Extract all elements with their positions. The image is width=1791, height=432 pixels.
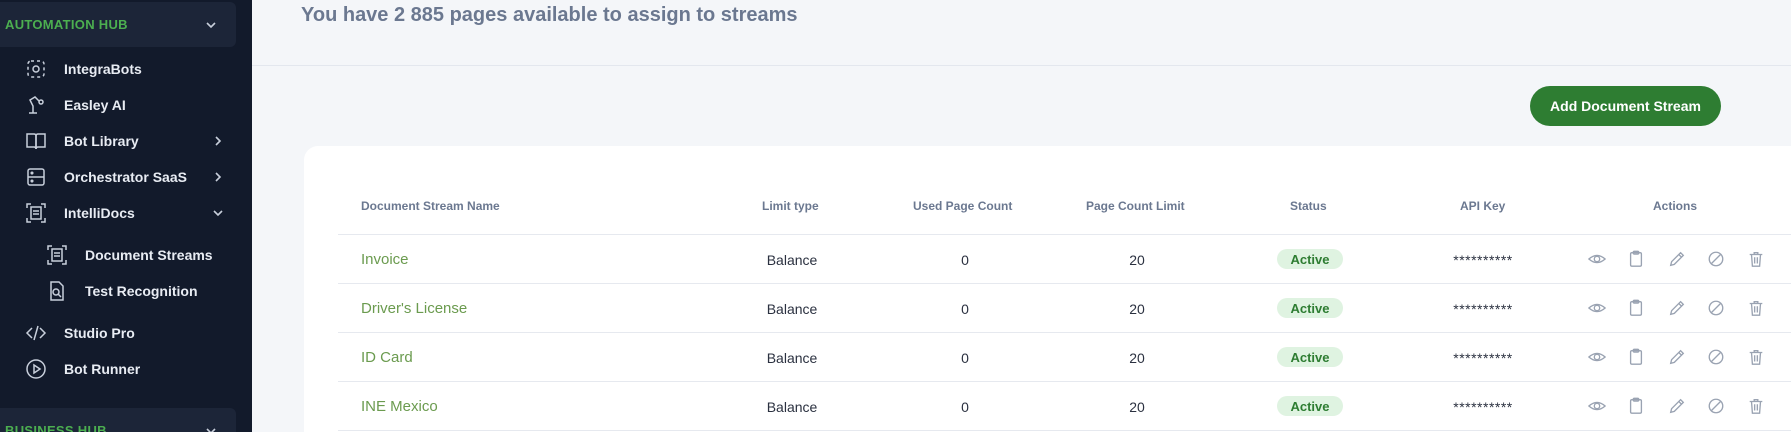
integrabots-icon: [24, 57, 48, 81]
row-divider: [338, 283, 1791, 284]
clipboard-icon[interactable]: [1626, 347, 1646, 367]
chevron-down-icon: [212, 206, 224, 225]
document-scan-icon: [24, 201, 48, 225]
pages-available-text: You have 2 885 pages available to assign…: [301, 4, 798, 26]
pencil-icon[interactable]: [1667, 249, 1687, 269]
status-badge: Active: [1277, 396, 1343, 416]
header-actions: Actions: [1653, 199, 1698, 213]
page-count-limit-cell: 20: [1129, 399, 1145, 415]
row-divider: [338, 332, 1791, 333]
page-count-limit-cell: 20: [1129, 252, 1145, 268]
sidebar: AUTOMATION HUB IntegraBots Easley AI Bot…: [0, 0, 252, 432]
header-api-key: API Key: [1460, 199, 1506, 213]
play-circle-icon: [24, 357, 48, 381]
status-badge: Active: [1277, 249, 1343, 269]
trash-icon[interactable]: [1746, 249, 1766, 269]
document-scan-icon: [45, 243, 69, 267]
code-icon: [24, 321, 48, 345]
eye-icon[interactable]: [1587, 298, 1607, 318]
limit-type-cell: Balance: [766, 399, 818, 415]
api-key-cell: **********: [1453, 252, 1513, 268]
sidebar-item-bot-runner[interactable]: Bot Runner: [24, 354, 224, 384]
sidebar-item-bot-library[interactable]: Bot Library: [24, 126, 224, 156]
header-page-count-limit: Page Count Limit: [1086, 199, 1185, 213]
automation-hub-header[interactable]: AUTOMATION HUB: [0, 2, 236, 47]
header-document-stream-name: Document Stream Name: [361, 199, 500, 213]
sidebar-item-label: Bot Runner: [64, 361, 141, 377]
book-icon: [24, 129, 48, 153]
status-badge: Active: [1277, 347, 1343, 367]
sidebar-item-test-recognition[interactable]: Test Recognition: [45, 276, 235, 306]
sidebar-item-label: Document Streams: [85, 247, 213, 263]
chevron-down-icon: [204, 424, 218, 432]
sidebar-item-studio-pro[interactable]: Studio Pro: [24, 318, 224, 348]
clipboard-icon[interactable]: [1626, 396, 1646, 416]
sidebar-item-document-streams[interactable]: Document Streams: [45, 240, 235, 270]
server-icon: [24, 165, 48, 189]
disable-icon[interactable]: [1706, 249, 1726, 269]
api-key-cell: **********: [1453, 301, 1513, 317]
sidebar-item-orchestrator-saas[interactable]: Orchestrator SaaS: [24, 162, 224, 192]
api-key-cell: **********: [1453, 399, 1513, 415]
stream-name-link[interactable]: ID Card: [361, 349, 413, 366]
business-hub-label: BUSINESS HUB: [5, 423, 107, 432]
used-page-count-cell: 0: [961, 252, 969, 268]
limit-type-cell: Balance: [766, 252, 818, 268]
document-search-icon: [45, 279, 69, 303]
limit-type-cell: Balance: [766, 350, 818, 366]
document-streams-card: [304, 146, 1791, 432]
status-badge: Active: [1277, 298, 1343, 318]
used-page-count-cell: 0: [961, 350, 969, 366]
clipboard-icon[interactable]: [1626, 298, 1646, 318]
stream-name-link[interactable]: Invoice: [361, 251, 409, 268]
trash-icon[interactable]: [1746, 396, 1766, 416]
trash-icon[interactable]: [1746, 298, 1766, 318]
chevron-right-icon: [212, 134, 224, 153]
sidebar-item-intellidocs[interactable]: IntelliDocs: [24, 198, 224, 228]
pencil-icon[interactable]: [1667, 347, 1687, 367]
sidebar-item-label: Easley AI: [64, 97, 126, 113]
eye-icon[interactable]: [1587, 396, 1607, 416]
add-document-stream-button[interactable]: Add Document Stream: [1530, 86, 1721, 126]
eye-icon[interactable]: [1587, 347, 1607, 367]
sidebar-item-label: Test Recognition: [85, 283, 198, 299]
clipboard-icon[interactable]: [1626, 249, 1646, 269]
used-page-count-cell: 0: [961, 399, 969, 415]
disable-icon[interactable]: [1706, 396, 1726, 416]
sidebar-item-label: IntegraBots: [64, 61, 142, 77]
stream-name-link[interactable]: INE Mexico: [361, 398, 438, 415]
chevron-right-icon: [212, 170, 224, 189]
header-limit-type: Limit type: [762, 199, 819, 213]
api-key-cell: **********: [1453, 350, 1513, 366]
automation-hub-label: AUTOMATION HUB: [5, 17, 128, 32]
sidebar-item-label: Studio Pro: [64, 325, 135, 341]
row-divider: [338, 430, 1791, 431]
row-divider: [338, 381, 1791, 382]
sidebar-item-integrabots[interactable]: IntegraBots: [24, 54, 224, 84]
sidebar-item-label: IntelliDocs: [64, 205, 135, 221]
pencil-icon[interactable]: [1667, 396, 1687, 416]
limit-type-cell: Balance: [766, 301, 818, 317]
disable-icon[interactable]: [1706, 347, 1726, 367]
chevron-down-icon: [204, 18, 218, 32]
robot-arm-icon: [24, 93, 48, 117]
page-count-limit-cell: 20: [1129, 350, 1145, 366]
stream-name-link[interactable]: Driver's License: [361, 300, 467, 317]
header-used-page-count: Used Page Count: [913, 199, 1013, 213]
disable-icon[interactable]: [1706, 298, 1726, 318]
trash-icon[interactable]: [1746, 347, 1766, 367]
sidebar-item-easley-ai[interactable]: Easley AI: [24, 90, 224, 120]
eye-icon[interactable]: [1587, 249, 1607, 269]
header-status: Status: [1290, 199, 1327, 213]
used-page-count-cell: 0: [961, 301, 969, 317]
sidebar-item-label: Bot Library: [64, 133, 139, 149]
page-count-limit-cell: 20: [1129, 301, 1145, 317]
sidebar-item-label: Orchestrator SaaS: [64, 169, 187, 185]
row-divider: [338, 234, 1791, 235]
pencil-icon[interactable]: [1667, 298, 1687, 318]
business-hub-header[interactable]: BUSINESS HUB: [0, 408, 236, 432]
